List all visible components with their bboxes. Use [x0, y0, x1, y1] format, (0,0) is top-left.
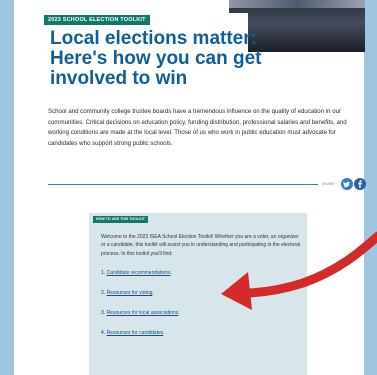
twitter-icon[interactable] [341, 178, 353, 190]
list-item-number: 1. [101, 270, 106, 276]
share-label: SHARE [322, 182, 336, 186]
list-item: 3. Resources for local associations. [101, 310, 180, 316]
list-item-number: 2. [101, 290, 106, 296]
list-item-end: . [178, 310, 180, 316]
divider-line [48, 184, 318, 185]
intro-paragraph: School and community college trustee boa… [48, 108, 347, 148]
howto-intro-text: Welcome to the 2023 ISEA School Election… [101, 234, 301, 257]
list-item-end: . [163, 330, 165, 336]
list-item: 1. Candidate recommendations. [101, 270, 172, 276]
howto-tag: HOW TO USE THIS TOOLKIT [93, 216, 148, 223]
facebook-icon[interactable] [354, 178, 366, 190]
list-item-number: 4. [101, 330, 106, 336]
list-item-number: 3. [101, 310, 106, 316]
link-candidate-recommendations[interactable]: Candidate recommendations [107, 270, 171, 276]
list-item-end: . [152, 290, 154, 296]
list-item: 2. Resources for voting. [101, 290, 154, 296]
link-resources-candidates[interactable]: Resources for candidates [107, 330, 164, 336]
list-item-end: . [170, 270, 172, 276]
page-title: Local elections matter: Here's how you c… [50, 28, 262, 89]
toolkit-tag: 2023 SCHOOL ELECTION TOOLKIT [44, 15, 150, 25]
link-resources-local-associations[interactable]: Resources for local associations [107, 310, 179, 316]
link-resources-voting[interactable]: Resources for voting [107, 290, 153, 296]
list-item: 4. Resources for candidates. [101, 330, 165, 336]
hero-photo-stripe [229, 0, 365, 8]
